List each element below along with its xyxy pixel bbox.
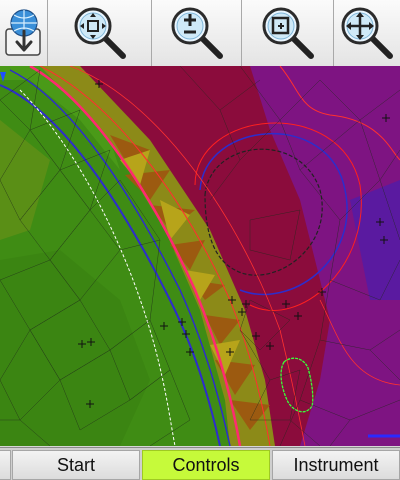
tab-start-label: Start	[56, 455, 95, 475]
tab-instrument[interactable]: Instrument	[272, 450, 400, 480]
tab-controls[interactable]: Controls	[142, 450, 270, 480]
tab-instrument-label: Instrument	[293, 455, 379, 475]
pan-arrows-icon	[341, 7, 393, 59]
pan-button[interactable]	[334, 0, 400, 66]
app-window: Start Controls Instrument	[0, 0, 400, 480]
zoom-window-icon	[262, 7, 314, 59]
globe-download-icon	[4, 9, 41, 56]
tab-controls-label: Controls	[172, 455, 240, 475]
download-map-button[interactable]	[0, 0, 48, 66]
map-toolbar	[0, 0, 400, 67]
bottom-tab-bar: Start Controls Instrument	[0, 447, 400, 480]
zoom-in-out-button[interactable]	[152, 0, 242, 66]
map-view[interactable]	[0, 66, 400, 446]
zoom-window-button[interactable]	[242, 0, 334, 66]
zoom-plus-minus-icon	[171, 7, 223, 59]
zoom-extents-icon	[74, 7, 126, 59]
tab-start[interactable]: Start	[12, 450, 140, 480]
terrain-tin-map[interactable]	[0, 66, 400, 446]
zoom-fit-button[interactable]	[48, 0, 152, 66]
tab-overflow-left[interactable]	[0, 450, 11, 480]
